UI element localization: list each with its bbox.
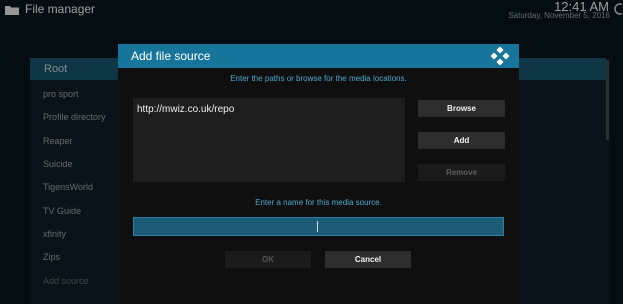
dialog-header: Add file source <box>118 44 519 68</box>
kodi-logo-icon <box>491 47 509 65</box>
source-name-input[interactable] <box>133 217 504 236</box>
path-list[interactable]: http://mwiz.co.uk/repo <box>133 98 405 182</box>
add-source-dialog: Add file source Enter the paths or brows… <box>118 44 519 304</box>
ok-button[interactable]: OK <box>225 251 311 268</box>
remove-button[interactable]: Remove <box>418 164 505 181</box>
cancel-button[interactable]: Cancel <box>325 251 411 268</box>
dialog-title: Add file source <box>131 49 211 63</box>
browse-button[interactable]: Browse <box>418 100 505 117</box>
add-button[interactable]: Add <box>418 132 505 149</box>
paths-hint: Enter the paths or browse for the media … <box>230 74 407 83</box>
text-cursor <box>317 221 318 232</box>
name-hint: Enter a name for this media source. <box>255 198 382 207</box>
path-entry[interactable]: http://mwiz.co.uk/repo <box>137 104 234 115</box>
